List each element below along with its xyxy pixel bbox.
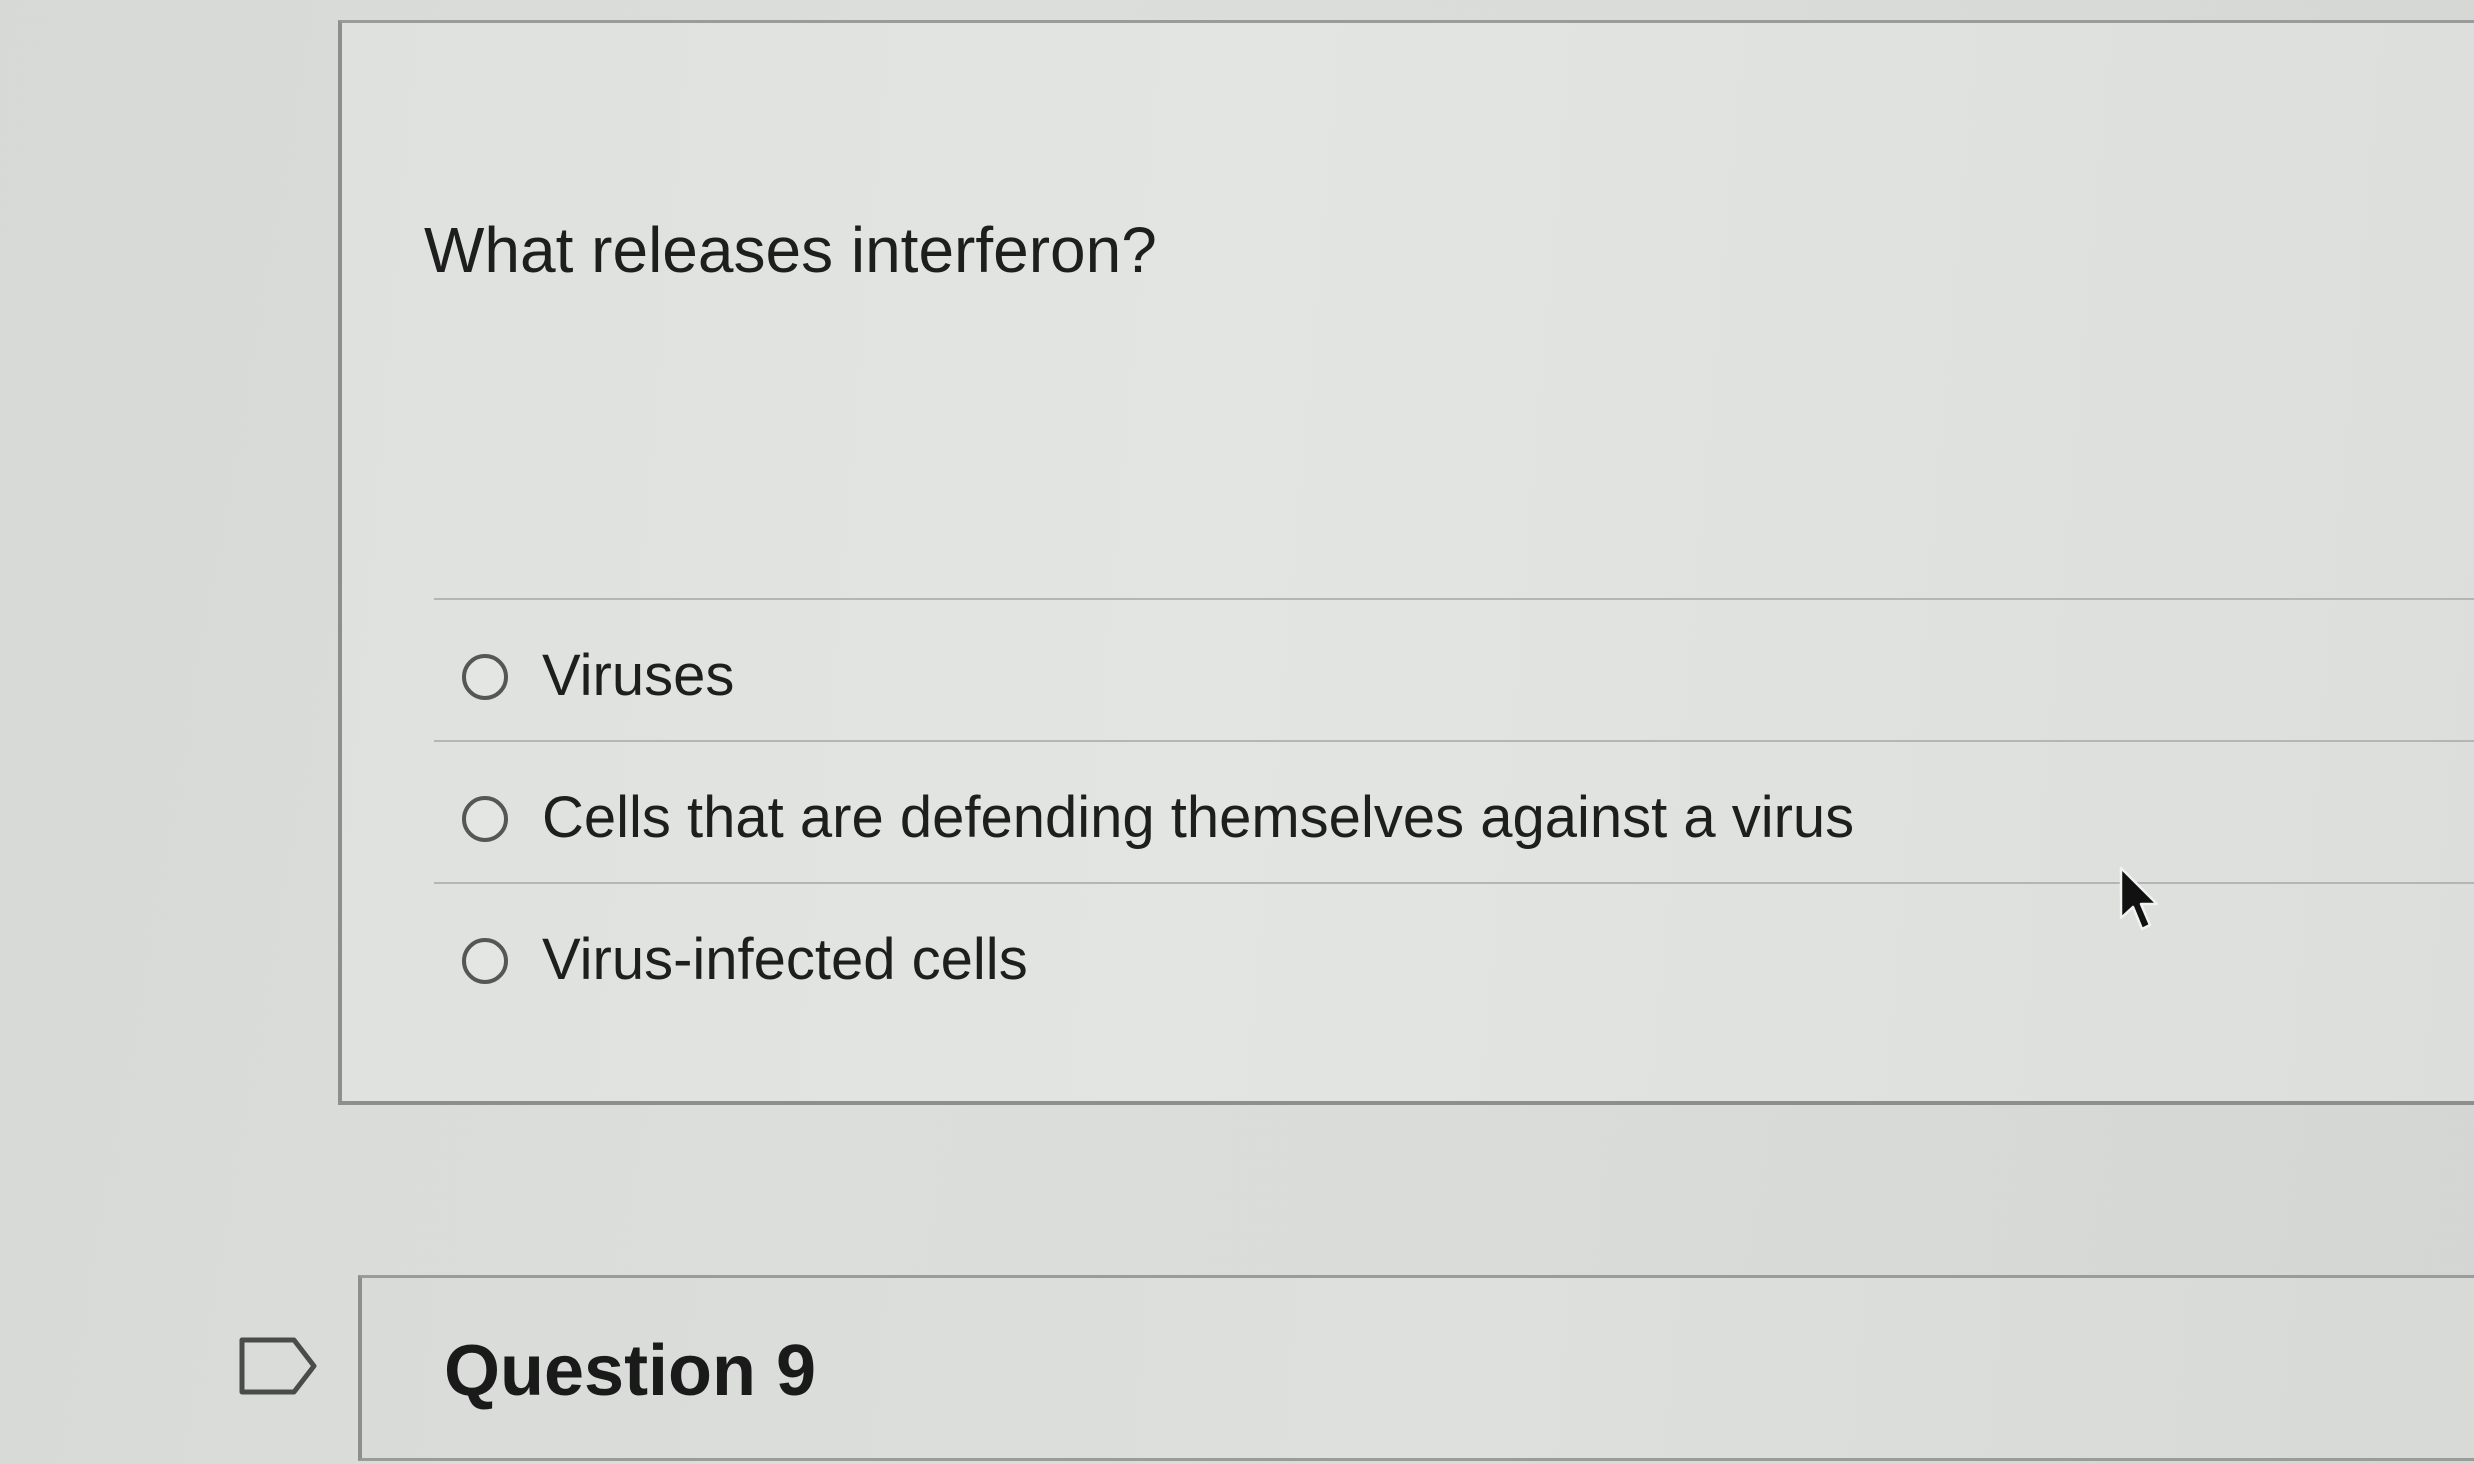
- flag-outline-icon[interactable]: [238, 1336, 318, 1396]
- answer-label[interactable]: Cells that are defending themselves agai…: [542, 784, 1854, 851]
- question-card: What releases interferon? Viruses Cells …: [338, 20, 2474, 1105]
- answer-option-infected-cells[interactable]: Virus-infected cells: [434, 882, 2474, 1024]
- answer-label[interactable]: Virus-infected cells: [542, 926, 1028, 993]
- arrow-pointer-icon: [2119, 866, 2159, 931]
- question-text: What releases interferon?: [424, 214, 1157, 286]
- answer-label[interactable]: Viruses: [542, 642, 734, 709]
- radio-button[interactable]: [462, 654, 508, 700]
- next-question-title: Question 9: [444, 1331, 817, 1411]
- answer-option-viruses[interactable]: Viruses: [434, 598, 2474, 740]
- answer-option-defending-cells[interactable]: Cells that are defending themselves agai…: [434, 740, 2474, 882]
- radio-button[interactable]: [462, 796, 508, 842]
- radio-button[interactable]: [462, 938, 508, 984]
- answer-list: Viruses Cells that are defending themsel…: [434, 598, 2474, 1024]
- next-question-header: Question 9: [358, 1275, 2474, 1461]
